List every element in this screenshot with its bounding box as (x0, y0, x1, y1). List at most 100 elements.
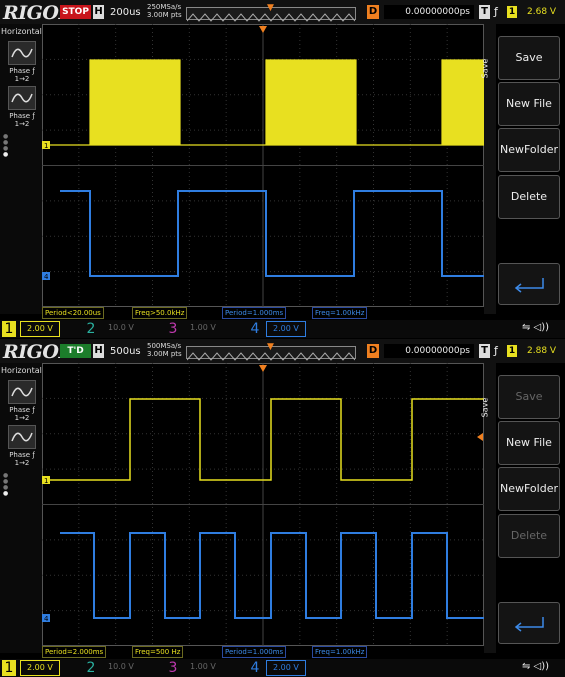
usb-icon: ⇋ ◁)) (522, 322, 550, 333)
channel-2-scale[interactable]: 10.0 V (102, 660, 140, 674)
measurement-item[interactable]: Period<20.00us (42, 307, 104, 319)
waveform-display[interactable]: 14 (42, 363, 484, 646)
measurement-item[interactable]: Freq=1.00kHz (312, 307, 368, 319)
trigger-level-value[interactable]: 2.88 V (527, 346, 556, 356)
delay-label: D (367, 344, 379, 358)
delay-label: D (367, 5, 379, 19)
channel-4-marker-label: 4 (44, 273, 49, 281)
waveform-grid: 14 (42, 363, 484, 646)
channel-bar: 1 2.00 V 2 10.0 V 3 1.00 V 4 2.00 V ⇋ ◁)… (0, 320, 565, 338)
channel-1-marker-label: 1 (44, 477, 48, 485)
new-folder-button[interactable]: NewFolder (498, 467, 560, 511)
save-button[interactable]: Save (498, 36, 560, 80)
acquisition-info: 500MSa/s 3.00M pts (147, 342, 182, 358)
phase-item-1[interactable]: Phase ƒ 1→2 (3, 67, 41, 83)
left-menu: Horizontal Phase ƒ 1→2 Phase ƒ 1→2 ● ● ● ● (0, 363, 42, 653)
menu-page-dots: ● ● ● ● (3, 133, 9, 158)
channel-3-number[interactable]: 3 (166, 660, 180, 676)
phase-waveform-icon[interactable] (8, 86, 36, 110)
new-file-button[interactable]: New File (498, 82, 560, 126)
channel-2-number[interactable]: 2 (84, 660, 98, 676)
new-file-button[interactable]: New File (498, 421, 560, 465)
trigger-position-icon (259, 26, 267, 33)
phase-item-1[interactable]: Phase ƒ 1→2 (3, 406, 41, 422)
phase-item-1-sub: 1→2 (14, 414, 30, 422)
timebase-value[interactable]: 200us (110, 7, 141, 18)
acquisition-info: 250MSa/s 3.00M pts (147, 3, 182, 19)
channel-bar: 1 2.00 V 2 10.0 V 3 1.00 V 4 2.00 V ⇋ ◁)… (0, 659, 565, 677)
left-menu-title: Horizontal (1, 366, 42, 375)
memory-depth: 3.00M pts (147, 350, 182, 358)
measurement-item[interactable]: Period=2.000ms (42, 646, 107, 658)
channel-3-number[interactable]: 3 (166, 321, 180, 337)
phase-waveform-icon[interactable] (8, 425, 36, 449)
horizontal-label: H (93, 344, 104, 358)
trigger-position-icon: ▼ (267, 342, 274, 352)
run-status-badge[interactable]: T'D (60, 344, 91, 358)
phase-waveform-icon[interactable] (8, 41, 36, 65)
waveform-display[interactable]: 14 (42, 24, 484, 307)
channel-1-number[interactable]: 1 (2, 321, 16, 337)
channel-1-scale[interactable]: 2.00 V (20, 660, 60, 676)
sample-rate: 250MSa/s (147, 3, 182, 11)
phase-item-2-sub: 1→2 (14, 459, 30, 467)
menu-page-dots: ● ● ● ● (3, 472, 9, 497)
channel-3-scale[interactable]: 1.00 V (184, 660, 222, 674)
horizontal-label: H (93, 5, 104, 19)
new-folder-button[interactable]: NewFolder (498, 128, 560, 172)
trigger-level-value[interactable]: 2.68 V (527, 7, 556, 17)
trigger-position-icon (259, 365, 267, 372)
scope-screen-1: RIGOL STOP H 200us 250MSa/s 3.00M pts ▼ … (0, 0, 565, 338)
usb-icon: ⇋ ◁)) (522, 661, 550, 672)
trigger-source-badge: 1 (507, 6, 517, 18)
channel-4-number[interactable]: 4 (248, 660, 262, 676)
delete-button[interactable]: Delete (498, 514, 560, 558)
phase-item-2-label: Phase ƒ (9, 112, 35, 120)
delay-value[interactable]: 0.00000000ps (384, 344, 474, 358)
channel-2-number[interactable]: 2 (84, 321, 98, 337)
measurement-item[interactable]: Freq=500 Hz (132, 646, 184, 658)
left-menu-title: Horizontal (1, 27, 42, 36)
delay-value[interactable]: 0.00000000ps (384, 5, 474, 19)
timebase-value[interactable]: 500us (110, 346, 141, 357)
run-status-badge[interactable]: STOP (60, 5, 91, 19)
trigger-source-badge: 1 (507, 345, 517, 357)
measurement-item[interactable]: Period=1.000ms (222, 307, 287, 319)
channel-4-number[interactable]: 4 (248, 321, 262, 337)
channel-1-number[interactable]: 1 (2, 660, 16, 676)
channel-4-marker-label: 4 (44, 615, 49, 623)
save-menu-tab: Save (480, 363, 496, 653)
top-status-bar: RIGOL T'D H 500us 500MSa/s 3.00M pts ▼ D… (0, 339, 565, 363)
phase-item-2[interactable]: Phase ƒ 1→2 (3, 112, 41, 128)
save-menu-tab: Save (480, 24, 496, 314)
phase-waveform-icon[interactable] (8, 380, 36, 404)
channel-4-scale[interactable]: 2.00 V (266, 660, 306, 676)
phase-item-2-sub: 1→2 (14, 120, 30, 128)
trigger-level-icon (477, 433, 483, 441)
phase-item-1-label: Phase ƒ (9, 406, 35, 414)
sample-rate: 500MSa/s (147, 342, 182, 350)
channel-4-scale[interactable]: 2.00 V (266, 321, 306, 337)
measurement-item[interactable]: Freq=1.00kHz (312, 646, 368, 658)
side-tab-label: Save (480, 397, 490, 418)
channel-1-trace (50, 398, 484, 481)
measurement-item[interactable]: Freq>50.0kHz (132, 307, 188, 319)
return-button[interactable] (498, 263, 560, 305)
speaker-icon: )) (541, 661, 550, 672)
channel-2-scale[interactable]: 10.0 V (102, 321, 140, 335)
scope-screen-2: RIGOL T'D H 500us 500MSa/s 3.00M pts ▼ D… (0, 339, 565, 677)
trigger-position-icon: ▼ (267, 3, 274, 13)
channel-1-scale[interactable]: 2.00 V (20, 321, 60, 337)
channel-3-scale[interactable]: 1.00 V (184, 321, 222, 335)
trigger-label: T (479, 344, 490, 358)
measurement-item[interactable]: Period=1.000ms (222, 646, 287, 658)
phase-item-2[interactable]: Phase ƒ 1→2 (3, 451, 41, 467)
delete-button[interactable]: Delete (498, 175, 560, 219)
return-button[interactable] (498, 602, 560, 644)
save-button[interactable]: Save (498, 375, 560, 419)
phase-item-1-label: Phase ƒ (9, 67, 35, 75)
phase-item-2-label: Phase ƒ (9, 451, 35, 459)
phase-item-1-sub: 1→2 (14, 75, 30, 83)
speaker-icon: )) (541, 322, 550, 333)
channel-4-trace (60, 532, 484, 619)
